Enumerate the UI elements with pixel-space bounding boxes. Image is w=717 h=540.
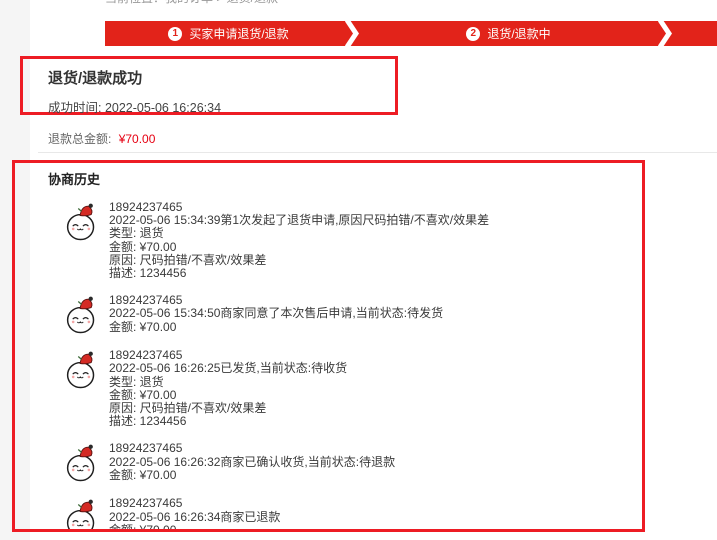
history-list: 18924237465 2022-05-06 15:34:39第1次发起了退货申… [63,201,642,532]
step-2-badge: 2 [466,27,480,41]
entry-detail-line: 金额: ¥70.00 [109,524,280,532]
santa-mascot-icon [63,442,100,483]
entry-details: 类型: 退货金额: ¥70.00原因: 尺码拍错/不喜欢/效果差描述: 1234… [109,227,489,280]
entry-status: 2022-05-06 15:34:39第1次发起了退货申请,原因尺码拍错/不喜欢… [109,214,489,227]
history-entry: 18924237465 2022-05-06 16:26:32商家已确认收货,当… [63,442,642,483]
refund-success-title: 退货/退款成功 [48,67,395,88]
entry-detail-line: 类型: 退货 [109,227,489,240]
entry-id: 18924237465 [109,442,395,455]
entry-detail-line: 类型: 退货 [109,376,347,389]
refund-total-row: 退款总金额: ¥70.00 [48,130,155,147]
negotiation-history-title: 协商历史 [48,169,642,188]
refund-progress-stepper: 1 买家申请退货/退款 2 退货/退款中 [105,21,717,46]
breadcrumb-text[interactable]: 当前位置：我的订单 > 退货/退款 [105,0,278,5]
step-refund-in-progress: 2 退货/退款中 [352,21,665,46]
entry-details: 金额: ¥70.00 [109,469,395,482]
entry-details: 金额: ¥70.00 [109,524,280,532]
santa-mascot-icon [63,497,100,532]
step-2-label: 退货/退款中 [487,25,550,42]
santa-mascot-icon [63,349,100,390]
entry-detail-line: 金额: ¥70.00 [109,469,395,482]
entry-detail-line: 描述: 1234456 [109,415,347,428]
refund-total-amount: ¥70.00 [119,132,156,146]
step-1-badge: 1 [168,27,182,41]
santa-mascot-icon [63,294,100,335]
entry-details: 类型: 退货金额: ¥70.00原因: 尺码拍错/不喜欢/效果差描述: 1234… [109,376,347,429]
history-entry: 18924237465 2022-05-06 15:34:39第1次发起了退货申… [63,201,642,280]
entry-detail-line: 金额: ¥70.00 [109,321,443,334]
santa-mascot-icon [63,201,100,242]
refund-success-annotation-box: 退货/退款成功 成功时间: 2022-05-06 16:26:34 [20,56,398,115]
chevron-right-icon [344,21,360,46]
history-entry: 18924237465 2022-05-06 15:34:50商家同意了本次售后… [63,294,642,335]
chevron-right-icon [657,21,673,46]
entry-details: 金额: ¥70.00 [109,321,443,334]
entry-id: 18924237465 [109,497,280,510]
entry-detail-line: 金额: ¥70.00 [109,241,489,254]
step-1-label: 买家申请退货/退款 [189,25,288,42]
refund-total-label: 退款总金额: [48,132,111,146]
refund-success-time: 成功时间: 2022-05-06 16:26:34 [48,97,395,116]
history-entry: 18924237465 2022-05-06 16:26:25已发货,当前状态:… [63,349,642,428]
entry-status: 2022-05-06 16:26:32商家已确认收货,当前状态:待退款 [109,456,395,469]
negotiation-history-annotation-box: 协商历史 18924237465 2022-05-06 15:34:39第1次发… [12,160,645,532]
entry-detail-line: 描述: 1234456 [109,267,489,280]
history-entry: 18924237465 2022-05-06 16:26:34商家已退款 金额:… [63,497,642,532]
section-divider [38,152,717,153]
step-buyer-apply: 1 买家申请退货/退款 [105,21,352,46]
entry-status: 2022-05-06 15:34:50商家同意了本次售后申请,当前状态:待发货 [109,307,443,320]
entry-status: 2022-05-06 16:26:25已发货,当前状态:待收货 [109,362,347,375]
breadcrumb[interactable]: 当前位置：我的订单 > 退货/退款 [105,0,505,5]
entry-status: 2022-05-06 16:26:34商家已退款 [109,511,280,524]
